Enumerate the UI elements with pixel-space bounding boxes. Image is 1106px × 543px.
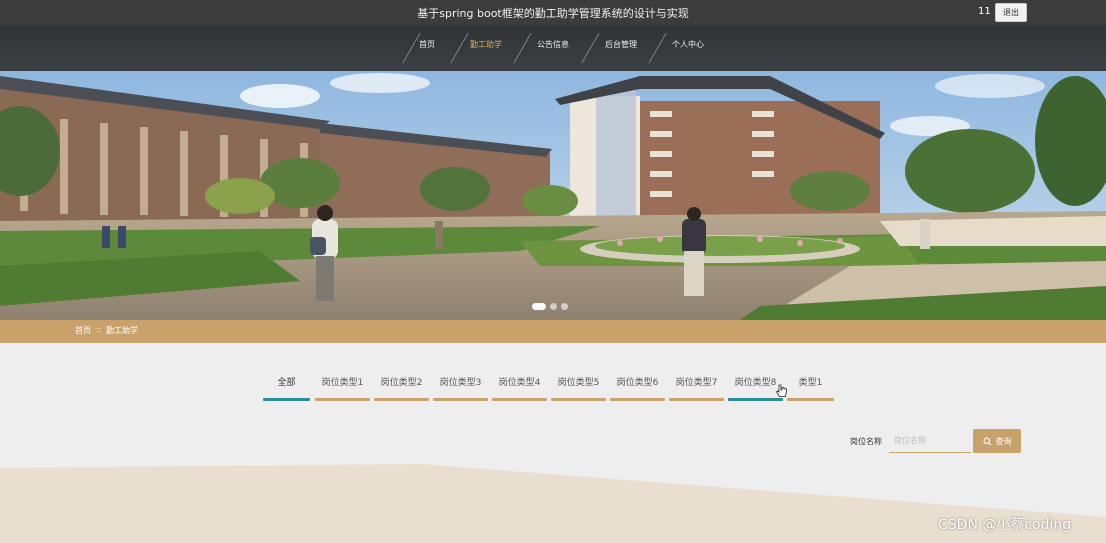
tab-job-type-2[interactable]: 岗位类型2 [374, 375, 429, 401]
tab-underline [492, 398, 547, 401]
main-nav: 首页 勤工助学 公告信息 后台管理 个人中心 [0, 25, 1106, 71]
search-icon [983, 437, 991, 445]
search-button-label: 查询 [995, 436, 1012, 446]
job-name-search-input[interactable] [889, 429, 971, 453]
nav-item-admin[interactable]: 后台管理 [605, 39, 637, 50]
tab-label: 岗位类型6 [616, 378, 659, 388]
watermark-text: CSDN @小蔡coding [938, 517, 1072, 533]
tab-underline [669, 398, 724, 401]
nav-separator [450, 33, 469, 63]
tab-underline [551, 398, 606, 401]
tab-job-type-4[interactable]: 岗位类型4 [492, 375, 547, 401]
top-bar: 基于spring boot框架的勤工助学管理系统的设计与实现 11 退出 [0, 0, 1106, 25]
tab-label: 全部 [277, 378, 296, 388]
breadcrumb-separator: :: [96, 325, 102, 334]
tab-type-1[interactable]: 类型1 [787, 375, 834, 401]
campus-banner-image [0, 71, 1106, 320]
carousel-dots [532, 303, 568, 310]
nav-separator [648, 33, 667, 63]
tab-job-type-7[interactable]: 岗位类型7 [669, 375, 724, 401]
nav-item-profile[interactable]: 个人中心 [672, 39, 704, 50]
tab-job-type-8[interactable]: 岗位类型8 [728, 375, 783, 401]
tab-underline [610, 398, 665, 401]
tab-all[interactable]: 全部 [263, 375, 310, 401]
search-button[interactable]: 查询 [973, 429, 1021, 453]
carousel-dot[interactable] [561, 303, 568, 310]
breadcrumb: 首页 :: 勤工助学 [0, 320, 1106, 343]
tab-underline [787, 398, 834, 401]
nav-item-announcements[interactable]: 公告信息 [537, 39, 569, 50]
tab-job-type-1[interactable]: 岗位类型1 [315, 375, 370, 401]
tab-label: 岗位类型1 [321, 378, 364, 388]
tab-job-type-5[interactable]: 岗位类型5 [551, 375, 606, 401]
username-label: 11 [978, 6, 991, 17]
tab-underline [374, 398, 429, 401]
nav-item-work-study[interactable]: 勤工助学 [470, 39, 502, 50]
nav-separator [581, 33, 600, 63]
nav-separator [402, 33, 421, 63]
tab-label: 类型1 [798, 378, 823, 388]
nav-item-home[interactable]: 首页 [419, 39, 435, 50]
carousel-dot[interactable] [532, 303, 546, 310]
tab-underline [315, 398, 370, 401]
tab-underline [728, 398, 783, 401]
search-label: 岗位名称 [850, 437, 882, 446]
breadcrumb-home[interactable]: 首页 [75, 325, 91, 336]
nav-separator [513, 33, 532, 63]
logout-button[interactable]: 退出 [995, 3, 1027, 22]
tab-label: 岗位类型2 [380, 378, 423, 388]
tab-underline [433, 398, 488, 401]
tab-label: 岗位类型8 [734, 378, 777, 388]
tab-underline [263, 398, 310, 401]
tab-job-type-6[interactable]: 岗位类型6 [610, 375, 665, 401]
hand-pointer-icon [776, 384, 787, 397]
tab-job-type-3[interactable]: 岗位类型3 [433, 375, 488, 401]
tab-label: 岗位类型4 [498, 378, 541, 388]
breadcrumb-current: 勤工助学 [106, 326, 138, 335]
tab-label: 岗位类型5 [557, 378, 600, 388]
tab-label: 岗位类型7 [675, 378, 718, 388]
carousel-dot[interactable] [550, 303, 557, 310]
banner-carousel[interactable] [0, 71, 1106, 320]
tab-label: 岗位类型3 [439, 378, 482, 388]
site-title: 基于spring boot框架的勤工助学管理系统的设计与实现 [417, 7, 689, 20]
